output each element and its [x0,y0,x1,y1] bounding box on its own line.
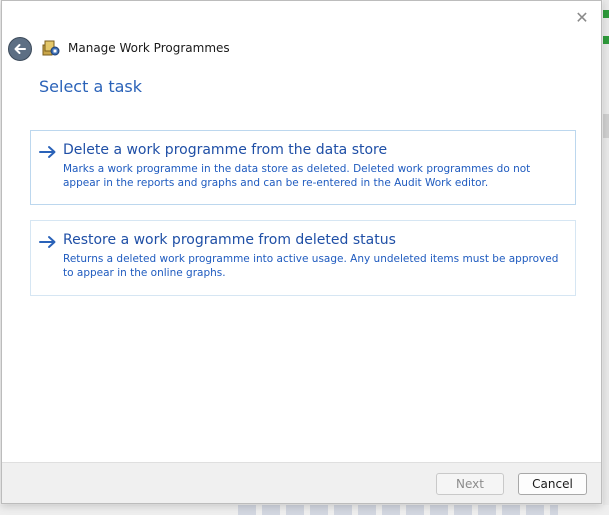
background-scroll-thumb [603,114,609,138]
background-marker [603,36,609,44]
arrow-right-icon [39,236,56,248]
task-title: Restore a work programme from deleted st… [63,232,396,248]
dialog-footer: Next Cancel [2,462,601,503]
background-bottom-strip [0,505,609,515]
task-description: Marks a work programme in the data store… [63,163,531,189]
back-button[interactable] [8,37,32,61]
back-arrow-icon [14,44,26,54]
dialog-title: Manage Work Programmes [68,41,230,55]
background-obscured-text [238,505,558,515]
select-task-heading: Select a task [39,77,143,96]
cancel-button[interactable]: Cancel [518,473,587,495]
delete-work-programme-task[interactable]: Delete a work programme from the data st… [30,130,576,205]
manage-work-programmes-dialog: ✕ Manage Work Programmes Select a task D… [1,0,602,504]
background-right-strip [603,0,609,515]
task-title: Delete a work programme from the data st… [63,142,388,158]
close-button[interactable]: ✕ [571,7,593,29]
next-button[interactable]: Next [436,473,504,495]
task-description: Returns a deleted work programme into ac… [63,253,559,279]
restore-work-programme-task[interactable]: Restore a work programme from deleted st… [30,220,576,296]
background-marker [603,10,609,18]
work-programme-app-icon [42,40,60,56]
arrow-right-icon [39,146,56,158]
